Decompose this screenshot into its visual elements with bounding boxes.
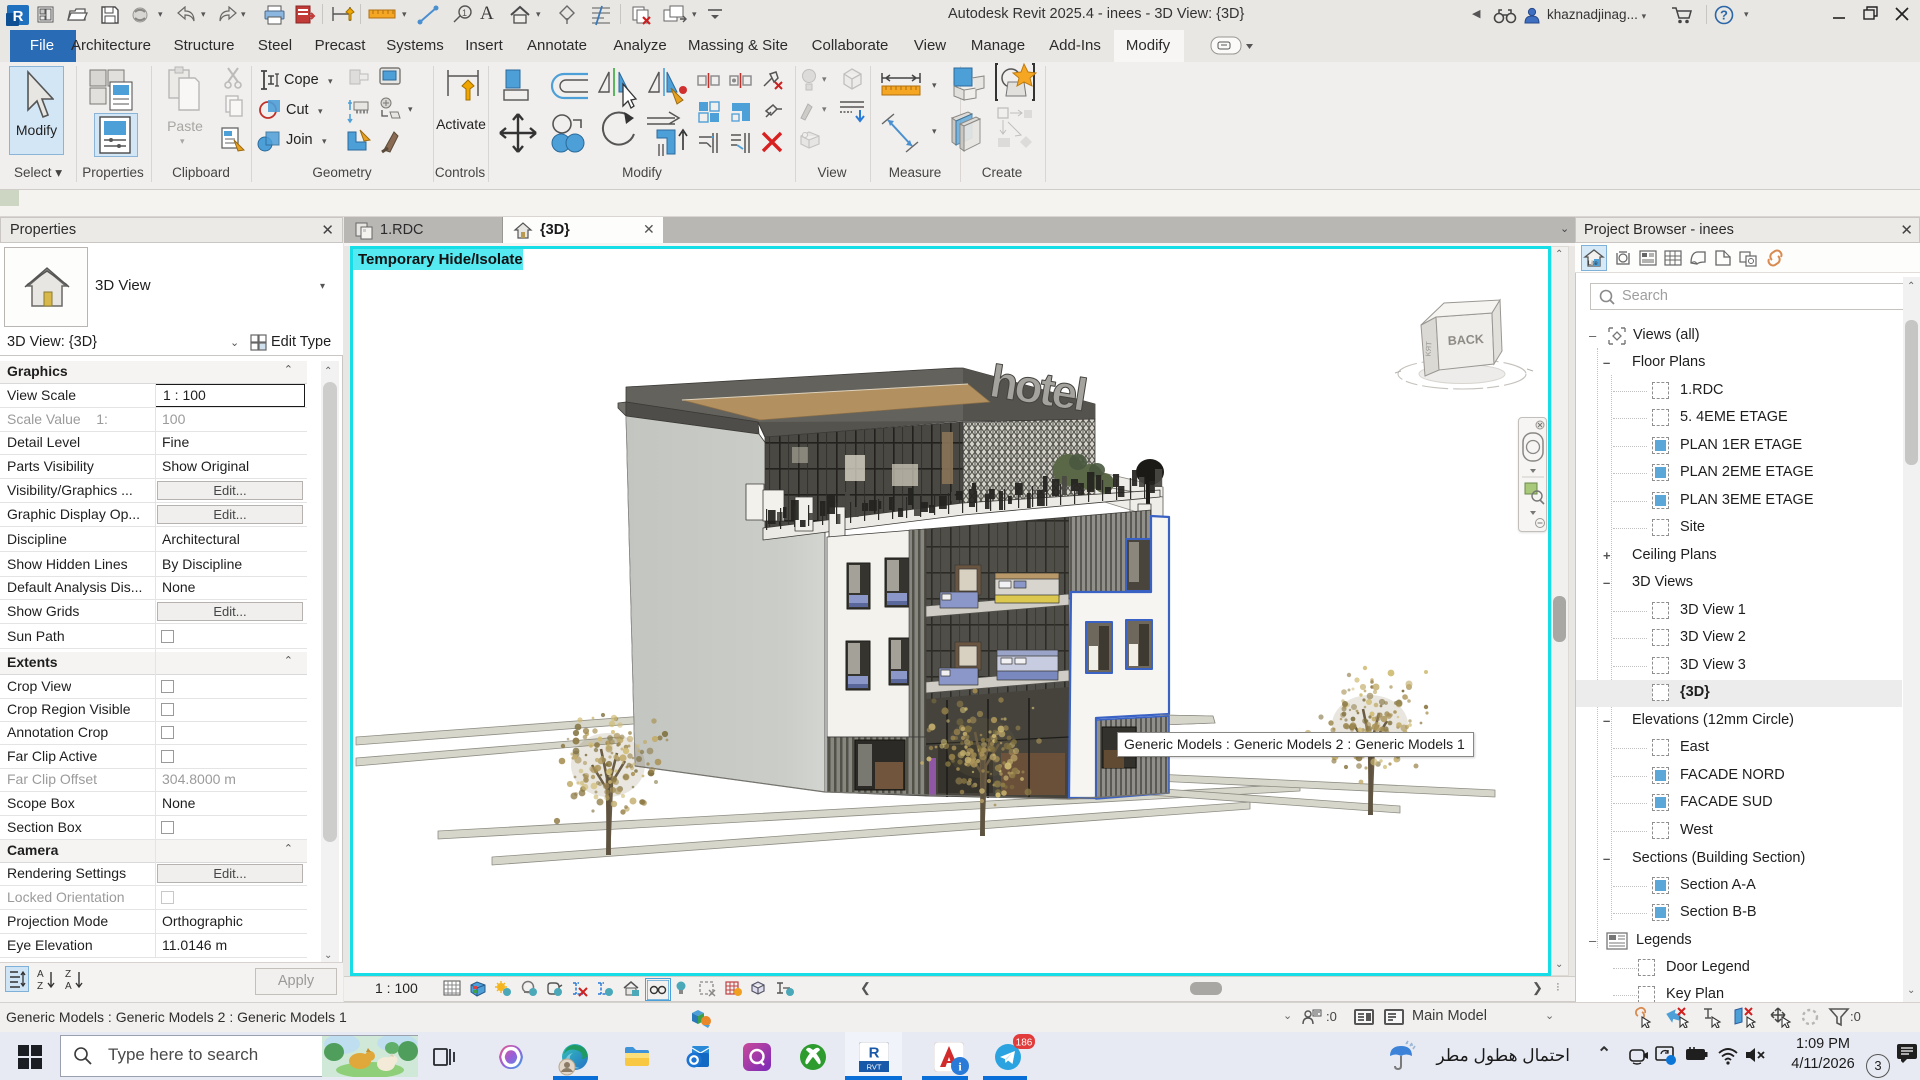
svg-text:186: 186 <box>1016 1038 1033 1049</box>
svg-text:BACK: BACK <box>1447 332 1484 348</box>
svg-text:A: A <box>37 969 44 980</box>
svg-text:Z: Z <box>37 981 43 992</box>
svg-text:R: R <box>869 1045 880 1062</box>
svg-text:KЯT: KЯT <box>1423 341 1433 357</box>
svg-text:Lite: Lite <box>1588 261 1598 267</box>
svg-text:R: R <box>13 8 24 25</box>
svg-text:RVT: RVT <box>867 1063 882 1072</box>
svg-text:Z: Z <box>65 969 71 980</box>
svg-text:?: ? <box>1720 8 1728 23</box>
svg-text:A: A <box>65 981 72 992</box>
svg-text:1: 1 <box>462 8 467 18</box>
